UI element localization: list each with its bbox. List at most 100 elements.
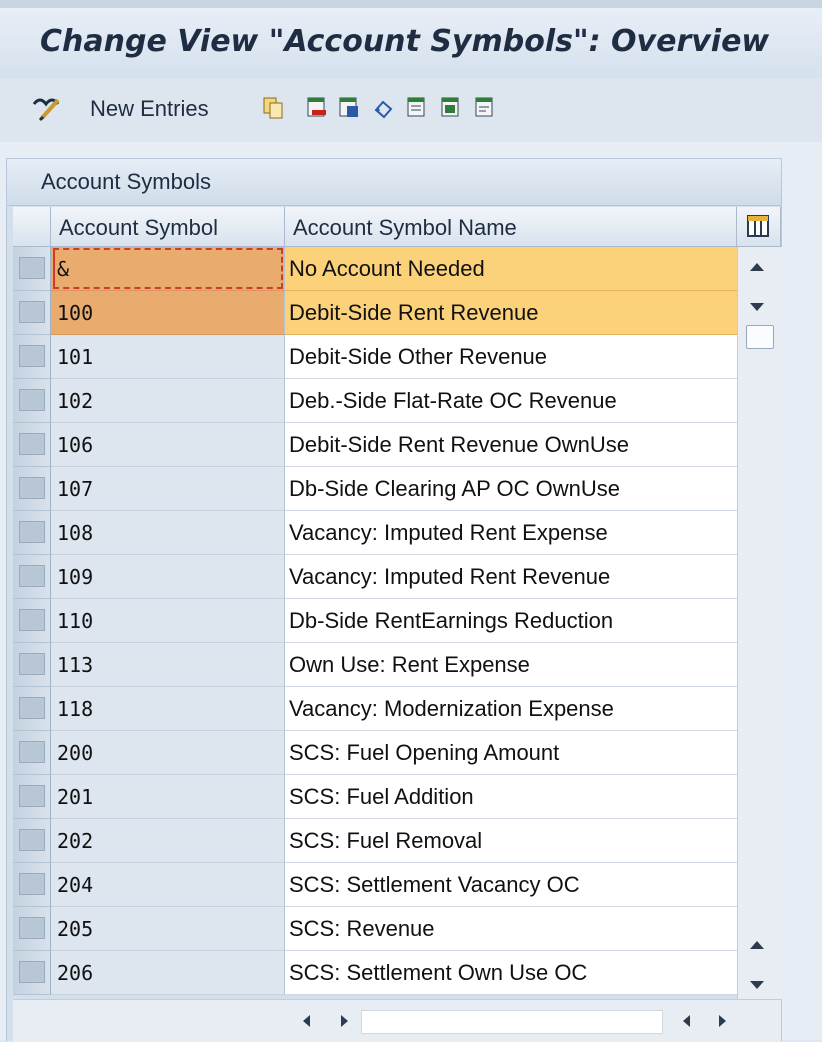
account-symbol-name-cell[interactable]: No Account Needed: [285, 247, 737, 291]
row-selector-button[interactable]: [19, 301, 45, 323]
row-selector[interactable]: [13, 247, 51, 291]
account-symbol-name-cell[interactable]: SCS: Fuel Opening Amount: [285, 731, 737, 775]
account-symbol-cell[interactable]: 110: [51, 599, 285, 643]
row-selector[interactable]: [13, 511, 51, 555]
table-row[interactable]: 106 Debit-Side Rent Revenue OwnUse: [13, 423, 737, 467]
row-selector[interactable]: [13, 643, 51, 687]
account-symbol-cell[interactable]: 108: [51, 511, 285, 555]
table-row[interactable]: 206 SCS: Settlement Own Use OC: [13, 951, 737, 995]
row-selector-button[interactable]: [19, 521, 45, 543]
account-symbol-name-cell[interactable]: SCS: Fuel Removal: [285, 819, 737, 863]
row-selector-button[interactable]: [19, 345, 45, 367]
table-settings-button[interactable]: [737, 207, 781, 247]
select-block-icon[interactable]: [440, 96, 462, 120]
horizontal-scrollbar[interactable]: [13, 999, 781, 1042]
new-entries-button[interactable]: New Entries: [90, 96, 209, 122]
row-selector[interactable]: [13, 291, 51, 335]
account-symbol-name-cell[interactable]: Debit-Side Rent Revenue: [285, 291, 737, 335]
account-symbol-name-cell[interactable]: SCS: Settlement Vacancy OC: [285, 863, 737, 907]
row-selector-button[interactable]: [19, 389, 45, 411]
scroll-right-icon[interactable]: [719, 1015, 726, 1027]
scroll-thumb[interactable]: [746, 325, 774, 349]
row-selector-button[interactable]: [19, 257, 45, 279]
horizontal-scroll-track[interactable]: [361, 1010, 663, 1034]
row-selector-button[interactable]: [19, 697, 45, 719]
table-row[interactable]: 110 Db-Side RentEarnings Reduction: [13, 599, 737, 643]
account-symbol-cell[interactable]: 107: [51, 467, 285, 511]
account-symbol-name-cell[interactable]: SCS: Revenue: [285, 907, 737, 951]
account-symbol-name-cell[interactable]: Vacancy: Modernization Expense: [285, 687, 737, 731]
table-row[interactable]: 118 Vacancy: Modernization Expense: [13, 687, 737, 731]
table-row[interactable]: & No Account Needed: [13, 247, 737, 291]
account-symbol-cell[interactable]: 109: [51, 555, 285, 599]
account-symbol-cell[interactable]: 106: [51, 423, 285, 467]
account-symbol-cell[interactable]: 206: [51, 951, 285, 995]
account-symbol-cell[interactable]: 201: [51, 775, 285, 819]
select-all-icon[interactable]: [406, 96, 428, 120]
row-selector-button[interactable]: [19, 477, 45, 499]
account-symbol-cell[interactable]: 118: [51, 687, 285, 731]
page-down-icon[interactable]: [750, 303, 764, 311]
row-selector[interactable]: [13, 819, 51, 863]
table-row[interactable]: 102 Deb.-Side Flat-Rate OC Revenue: [13, 379, 737, 423]
column-header-account-symbol[interactable]: Account Symbol: [51, 207, 285, 247]
account-symbol-name-cell[interactable]: Db-Side RentEarnings Reduction: [285, 599, 737, 643]
row-selector[interactable]: [13, 731, 51, 775]
scroll-right-icon[interactable]: [341, 1015, 348, 1027]
column-header-account-symbol-name[interactable]: Account Symbol Name: [285, 207, 737, 247]
table-row[interactable]: 201 SCS: Fuel Addition: [13, 775, 737, 819]
table-row[interactable]: 101 Debit-Side Other Revenue: [13, 335, 737, 379]
row-selector-button[interactable]: [19, 829, 45, 851]
table-row[interactable]: 100 Debit-Side Rent Revenue: [13, 291, 737, 335]
row-selector-button[interactable]: [19, 433, 45, 455]
row-selector-button[interactable]: [19, 653, 45, 675]
account-symbol-name-cell[interactable]: Vacancy: Imputed Rent Revenue: [285, 555, 737, 599]
account-symbol-name-cell[interactable]: Debit-Side Rent Revenue OwnUse: [285, 423, 737, 467]
row-selector[interactable]: [13, 907, 51, 951]
table-row[interactable]: 107 Db-Side Clearing AP OC OwnUse: [13, 467, 737, 511]
row-selector-button[interactable]: [19, 917, 45, 939]
account-symbol-cell[interactable]: 101: [51, 335, 285, 379]
table-row[interactable]: 202 SCS: Fuel Removal: [13, 819, 737, 863]
scroll-down-icon[interactable]: [750, 981, 764, 989]
account-symbol-cell[interactable]: &: [51, 247, 285, 291]
account-symbol-cell[interactable]: 200: [51, 731, 285, 775]
row-selector[interactable]: [13, 423, 51, 467]
glasses-pencil-icon[interactable]: [30, 92, 66, 122]
table-row[interactable]: 108 Vacancy: Imputed Rent Expense: [13, 511, 737, 555]
save-icon[interactable]: [338, 96, 360, 120]
scroll-up-icon[interactable]: [750, 263, 764, 271]
account-symbol-cell[interactable]: 202: [51, 819, 285, 863]
table-row[interactable]: 200 SCS: Fuel Opening Amount: [13, 731, 737, 775]
row-selector-button[interactable]: [19, 609, 45, 631]
table-row[interactable]: 204 SCS: Settlement Vacancy OC: [13, 863, 737, 907]
scroll-left-icon[interactable]: [683, 1015, 690, 1027]
row-selector-button[interactable]: [19, 961, 45, 983]
account-symbol-cell[interactable]: 204: [51, 863, 285, 907]
account-symbol-name-cell[interactable]: Own Use: Rent Expense: [285, 643, 737, 687]
account-symbol-cell[interactable]: 102: [51, 379, 285, 423]
scroll-left-icon[interactable]: [303, 1015, 310, 1027]
account-symbol-cell[interactable]: 205: [51, 907, 285, 951]
row-selector[interactable]: [13, 555, 51, 599]
row-selector-button[interactable]: [19, 873, 45, 895]
table-row[interactable]: 109 Vacancy: Imputed Rent Revenue: [13, 555, 737, 599]
row-selector[interactable]: [13, 467, 51, 511]
select-all-rows-button[interactable]: [13, 207, 51, 247]
row-selector[interactable]: [13, 379, 51, 423]
row-selector[interactable]: [13, 775, 51, 819]
account-symbol-name-cell[interactable]: Debit-Side Other Revenue: [285, 335, 737, 379]
account-symbol-cell[interactable]: 100: [51, 291, 285, 335]
row-selector-button[interactable]: [19, 785, 45, 807]
account-symbol-cell[interactable]: 113: [51, 643, 285, 687]
delete-icon[interactable]: [306, 96, 328, 120]
row-selector-button[interactable]: [19, 741, 45, 763]
row-selector[interactable]: [13, 863, 51, 907]
table-row[interactable]: 205 SCS: Revenue: [13, 907, 737, 951]
row-selector[interactable]: [13, 951, 51, 995]
page-up-icon[interactable]: [750, 941, 764, 949]
account-symbol-name-cell[interactable]: SCS: Settlement Own Use OC: [285, 951, 737, 995]
row-selector[interactable]: [13, 687, 51, 731]
account-symbol-name-cell[interactable]: Vacancy: Imputed Rent Expense: [285, 511, 737, 555]
row-selector[interactable]: [13, 599, 51, 643]
